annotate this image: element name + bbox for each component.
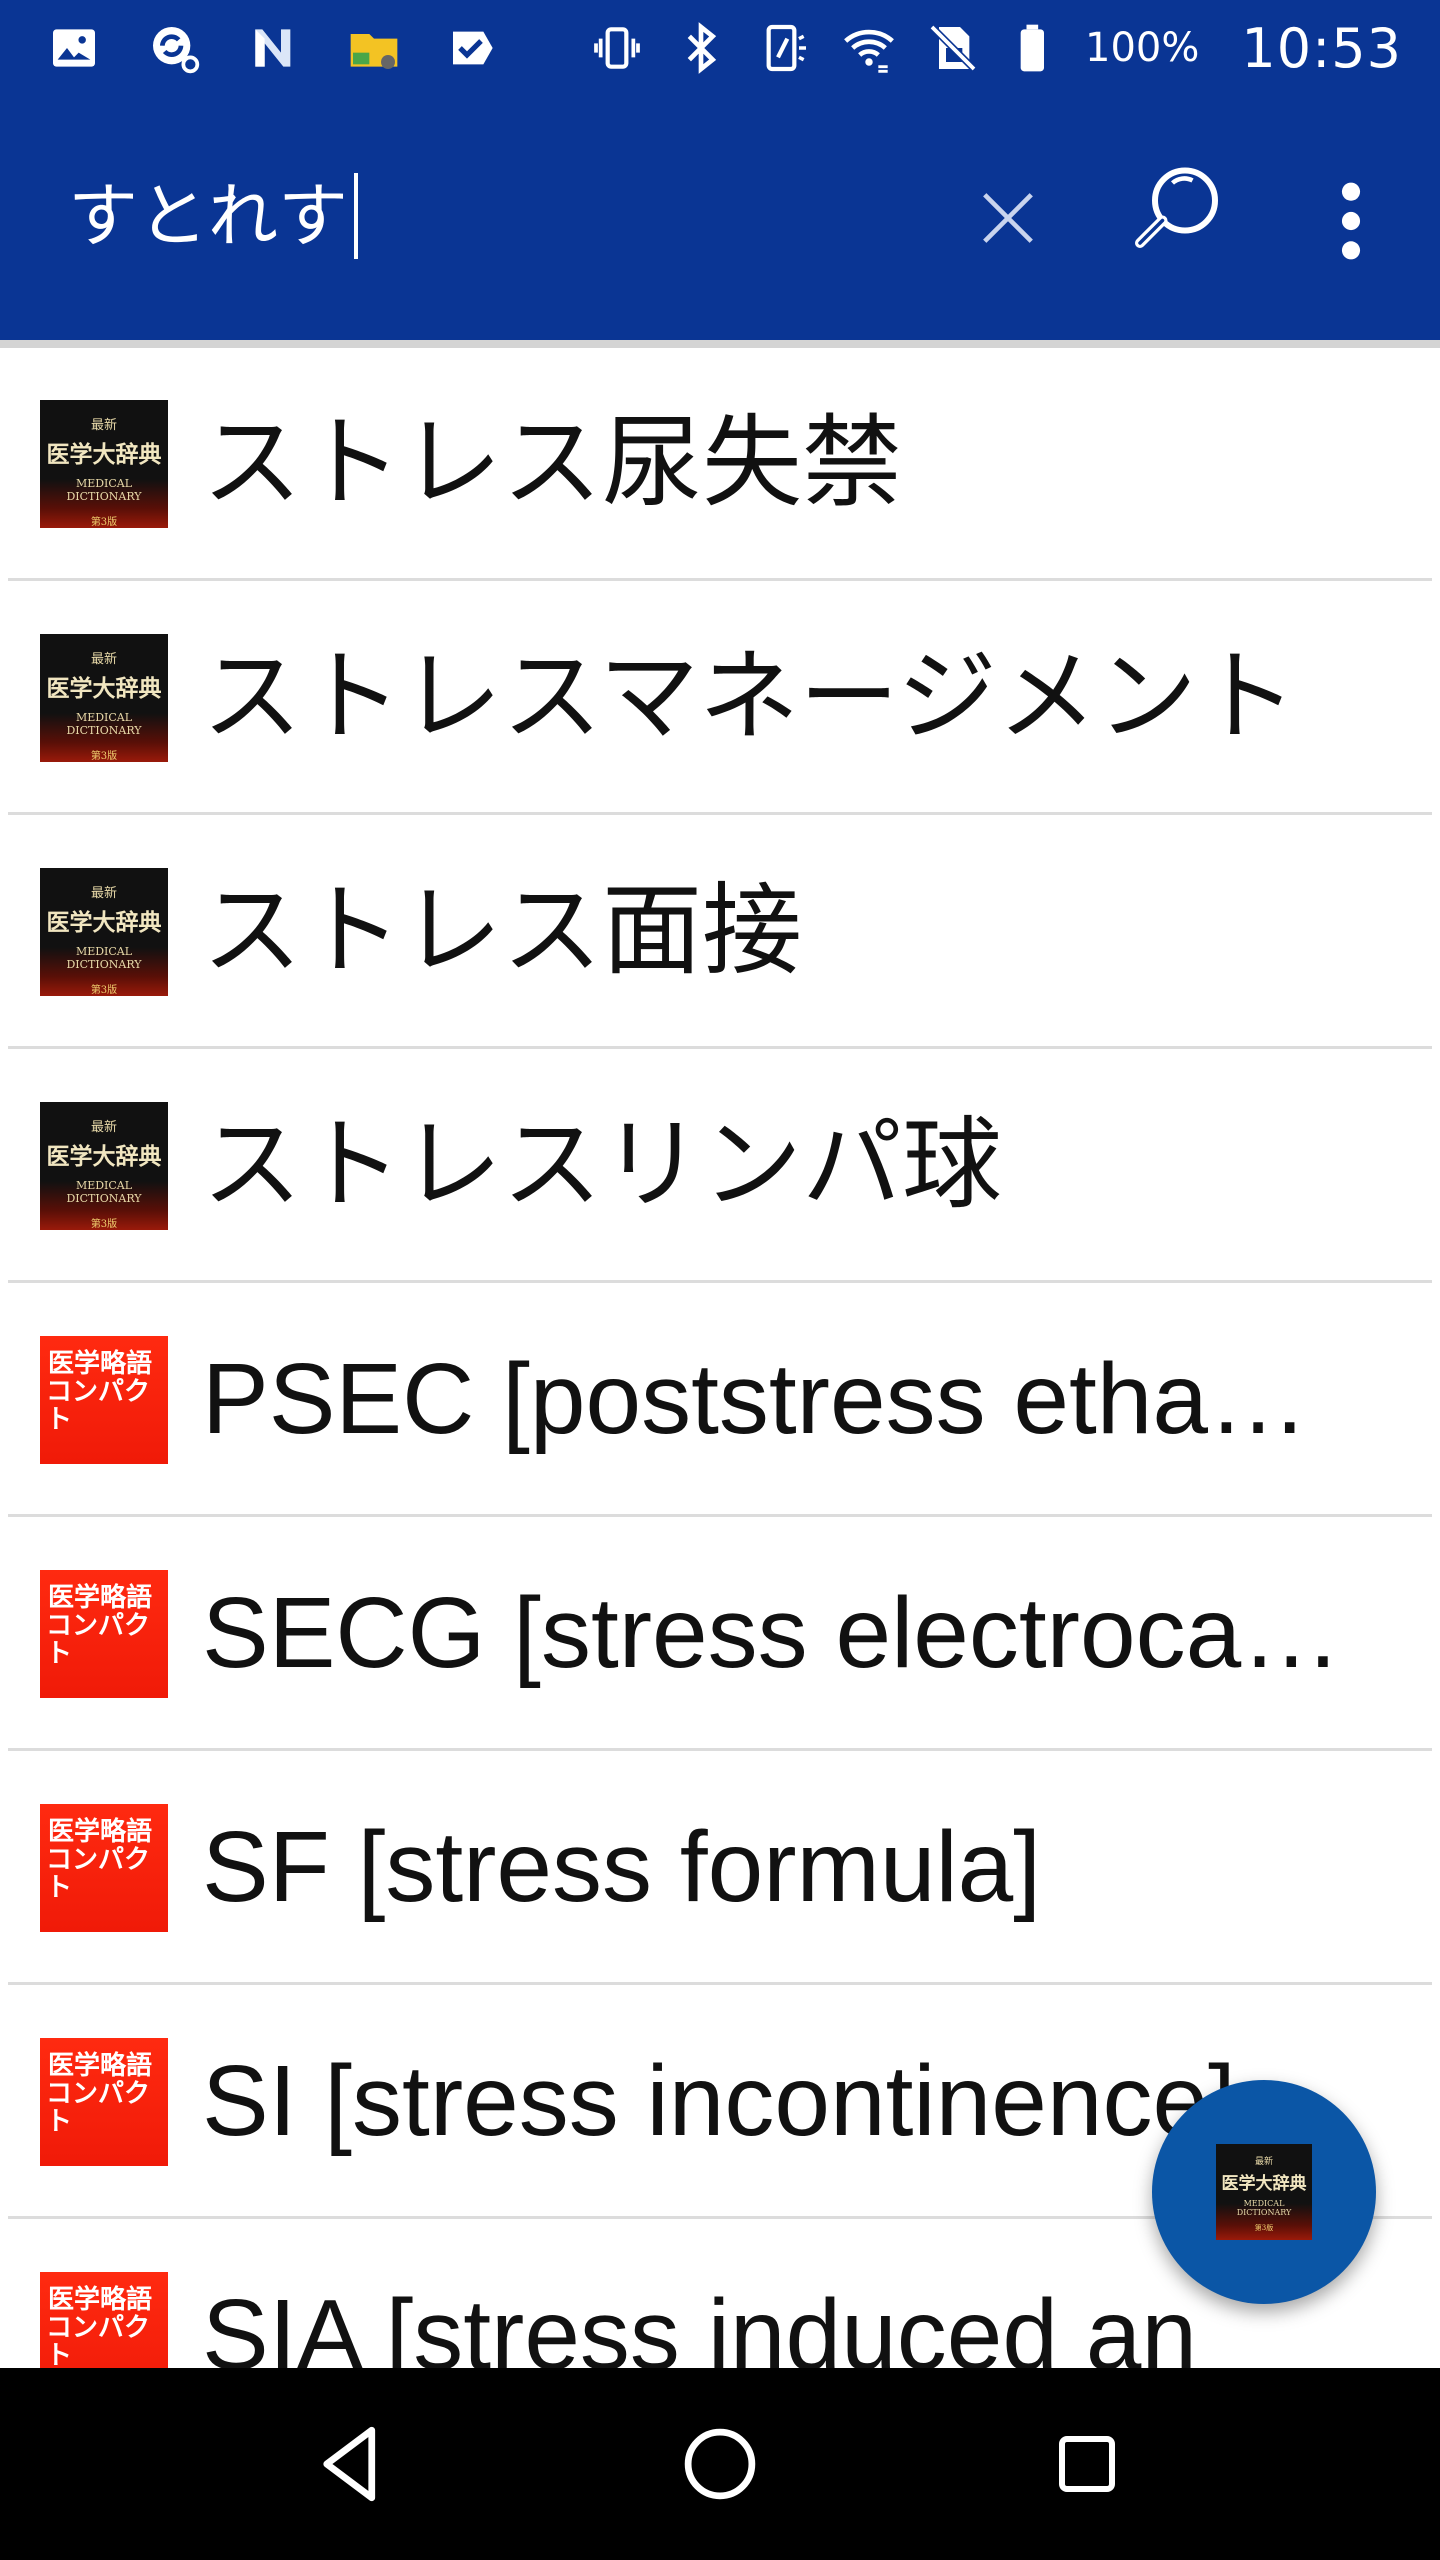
medical-dictionary-cover-icon: 最新医学大辞典 MEDICAL DICTIONARY 第3版 (40, 400, 168, 528)
result-title: ストレスマネージメント (202, 641, 1297, 753)
cover-text: DICTIONARY (66, 490, 142, 503)
cover-text: DICTIONARY (66, 958, 142, 971)
back-icon (323, 2426, 376, 2502)
cover-text: MEDICAL (75, 711, 133, 724)
medical-dictionary-cover-icon: 最新医学大辞典 MEDICAL DICTIONARY 第3版 (40, 634, 168, 762)
results-list[interactable]: 最新 医学大辞典 MEDICAL DICTIONARY 第3版 ストレス尿失禁 最新 医学大辞… (0, 340, 1440, 2368)
cover-text: 医学大辞典 (46, 675, 162, 702)
abbreviation-compact-cover-icon: 医学略語コンパクト監修 奈良信雄 (40, 2272, 168, 2368)
result-title: ストレス尿失禁 (202, 407, 902, 519)
result-row[interactable]: 最新医学大辞典 MEDICAL DICTIONARY 第3版 ストレス尿失禁 (8, 348, 1432, 581)
result-title: ストレス面接 (202, 875, 802, 987)
cover-text: 医学大辞典 (46, 441, 162, 468)
clear-button[interactable] (960, 170, 1056, 266)
cover-text: 最新 (90, 886, 117, 901)
clock: 10:53 (1241, 16, 1402, 80)
result-title: SF [stress formula] (202, 1811, 1042, 1923)
cover-text: コンパクト (46, 2313, 151, 2368)
cover-text: コンパクト (46, 1845, 151, 1903)
cover-line-3: MEDICAL DICTIONARY (1236, 2199, 1292, 2217)
no-sim-icon (923, 18, 983, 78)
result-row[interactable]: 最新医学大辞典 MEDICAL DICTIONARY 第3版 ストレス面接 (8, 816, 1432, 1049)
battery-icon (1007, 18, 1067, 78)
status-bar: 100% 10:53 (0, 0, 1440, 96)
result-row[interactable]: 医学略語コンパクト監修 奈良信雄 SECG [stress electroca… (8, 1518, 1432, 1751)
cover-text: MEDICAL (75, 477, 133, 490)
cover-text: MEDICAL DICTIONARY (40, 711, 168, 737)
dictionary-switch-fab[interactable]: 最新 医学大辞典 MEDICAL DICTIONARY 第3版 (1152, 2080, 1376, 2304)
cover-text: 医学略語 (48, 1349, 153, 1379)
more-vert-icon (1341, 182, 1361, 260)
search-query-text: すとれす (68, 175, 348, 257)
sync-icon (144, 18, 204, 78)
cover-text: MEDICAL (75, 1179, 133, 1192)
cover-text: コンパクト (46, 1377, 151, 1435)
wifi-icon (839, 18, 899, 78)
result-title: SECG [stress electroca… (202, 1577, 1342, 1689)
recents-button[interactable] (1022, 2399, 1152, 2529)
medical-dictionary-cover-icon: 最新 医学大辞典 MEDICAL DICTIONARY 第3版 (1216, 2144, 1312, 2240)
screen: 100% 10:53 すとれす 最新 医学大辞典 MEDICAL DICTIONARY… (0, 0, 1440, 2560)
cover-text: 医学大辞典 (46, 1143, 162, 1170)
bluetooth-icon (671, 18, 731, 78)
n-logo-icon (244, 18, 304, 78)
medical-dictionary-cover-icon: 最新医学大辞典 MEDICAL DICTIONARY 第3版 (40, 1102, 168, 1230)
check-icon (444, 18, 504, 78)
home-icon (684, 2428, 756, 2500)
cover-text: 第3版 (90, 1219, 118, 1230)
cover-text: MEDICAL DICTIONARY (40, 1179, 168, 1205)
battery-percent: 100% (1085, 25, 1200, 71)
navigation-bar (0, 2368, 1440, 2560)
cover-text: DICTIONARY (66, 724, 142, 737)
search-icon (1135, 167, 1218, 248)
cover-text: MEDICAL (75, 945, 133, 958)
medical-dictionary-cover-icon: 最新医学大辞典 MEDICAL DICTIONARY 第3版 (40, 868, 168, 996)
cover-text: 最新 (90, 418, 117, 433)
abbreviation-compact-cover-icon: 医学略語コンパクト監修 奈良信雄 (40, 1804, 168, 1932)
search-app-bar: すとれす (0, 96, 1440, 340)
result-row[interactable]: 医学略語コンパクト監修 奈良信雄 PSEC [poststress etha… (8, 1284, 1432, 1517)
search-button[interactable] (1110, 148, 1240, 278)
cover-text: コンパクト (46, 1611, 151, 1669)
cover-text: 医学大辞典 (46, 909, 162, 936)
cover-line-1: 最新 (1254, 2157, 1273, 2167)
cover-line-4: 第3版 (1254, 2224, 1274, 2232)
abbreviation-compact-cover-icon: 医学略語コンパクト監修 奈良信雄 (40, 1336, 168, 1464)
cover-text: 医学略語 (48, 1817, 153, 1847)
cover-text: 最新 (90, 1120, 117, 1135)
recents-icon (1058, 2436, 1115, 2492)
vibrate-icon (587, 18, 647, 78)
text-cursor (354, 173, 358, 259)
result-row[interactable]: 医学略語コンパクト監修 奈良信雄 SF [stress formula] (8, 1752, 1432, 1985)
home-button[interactable] (655, 2399, 785, 2529)
result-title: ストレスリンパ球 (202, 1109, 1002, 1221)
cover-text: DICTIONARY (66, 1192, 142, 1205)
cover-text: コンパクト (46, 2079, 151, 2137)
cover-text: MEDICAL DICTIONARY (40, 945, 168, 971)
image-icon (44, 18, 104, 78)
result-row[interactable]: 最新医学大辞典 MEDICAL DICTIONARY 第3版 ストレスリンパ球 (8, 1050, 1432, 1283)
nfc-icon (755, 18, 815, 78)
cover-text: 第3版 (90, 985, 118, 996)
abbreviation-compact-cover-icon: 医学略語コンパクト監修 奈良信雄 (40, 1570, 168, 1698)
overflow-menu-button[interactable] (1316, 166, 1386, 276)
folder-icon (344, 18, 404, 78)
cover-text: MEDICAL DICTIONARY (40, 477, 168, 503)
cover-text: 第3版 (90, 751, 118, 762)
cover-text: 第3版 (90, 517, 118, 528)
cover-text: 医学略語 (48, 1583, 153, 1613)
cover-text: 医学略語 (48, 2285, 153, 2315)
abbreviation-compact-cover-icon: 医学略語コンパクト監修 奈良信雄 (40, 2038, 168, 2166)
result-row[interactable]: 最新医学大辞典 MEDICAL DICTIONARY 第3版 ストレスマネージメント (8, 582, 1432, 815)
cover-text: 医学略語 (48, 2051, 153, 2081)
close-icon (983, 193, 1033, 243)
search-input[interactable]: すとれす (68, 166, 358, 266)
cover-line-2: 医学大辞典 (1221, 2174, 1307, 2194)
result-title: PSEC [poststress etha… (202, 1343, 1309, 1455)
back-button[interactable] (288, 2399, 418, 2529)
cover-text: 最新 (90, 652, 117, 667)
